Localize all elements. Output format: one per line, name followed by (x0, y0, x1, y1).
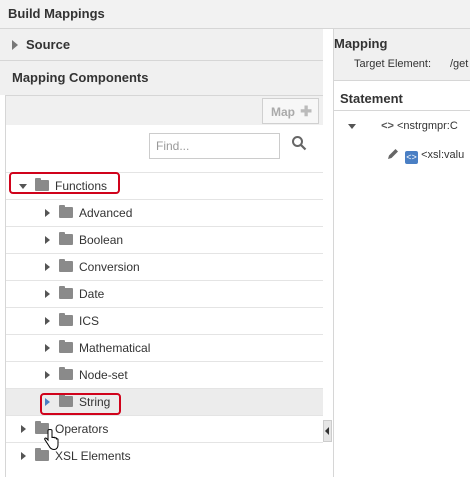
right-panel: Mapping Target Element: /get Statement <… (333, 29, 470, 477)
tree-item-ics[interactable]: ICS (6, 307, 323, 334)
left-panel: Source Mapping Components Map ✚ Find... … (0, 29, 323, 477)
tree-label: Mathematical (79, 341, 151, 355)
tree-label: Boolean (79, 233, 124, 247)
collapse-arrow-icon[interactable] (348, 124, 356, 129)
tree-label-xsl-elements: XSL Elements (55, 449, 131, 463)
expand-arrow-icon[interactable] (45, 263, 50, 271)
mapping-header: Mapping Target Element: /get (334, 29, 470, 81)
splitter-collapse-handle[interactable] (323, 420, 332, 442)
tree-item-boolean[interactable]: Boolean (6, 226, 323, 253)
tree-item-conversion[interactable]: Conversion (6, 253, 323, 280)
folder-icon (59, 232, 73, 245)
tree-label: Advanced (79, 206, 133, 220)
expand-arrow-icon[interactable] (21, 452, 26, 460)
highlight-box-string (40, 393, 121, 415)
expand-arrow-icon[interactable] (21, 425, 26, 433)
pencil-icon[interactable] (386, 147, 400, 161)
statement-node-label: <xsl:valu (421, 149, 465, 161)
folder-icon (59, 286, 73, 299)
expand-arrow-icon[interactable] (45, 209, 50, 217)
map-button[interactable]: Map ✚ (262, 98, 319, 124)
expand-arrow-icon[interactable] (45, 236, 50, 244)
components-toolbar: Map ✚ (5, 95, 323, 125)
plus-icon: ✚ (300, 103, 312, 119)
search-icon[interactable] (291, 135, 307, 151)
expand-arrow-icon[interactable] (45, 344, 50, 352)
tree-label: Node-set (79, 368, 128, 382)
highlight-box-functions (9, 172, 120, 194)
tree-item-date[interactable]: Date (6, 280, 323, 307)
tree-label: Date (79, 287, 105, 301)
mapping-components-header: Mapping Components (0, 61, 323, 95)
expand-triangle-icon (12, 40, 18, 50)
tree-item-advanced[interactable]: Advanced (6, 199, 323, 226)
statement-node-child[interactable]: <> <xsl:valu (386, 147, 464, 164)
components-tree: Find... Functions Advanced Boolean Conve… (5, 125, 323, 477)
source-label: Source (26, 37, 71, 52)
target-element-label: Target Element: (354, 58, 432, 70)
tree-label: Conversion (79, 260, 140, 274)
tree-item-node-set[interactable]: Node-set (6, 361, 323, 388)
mapping-title: Mapping (334, 36, 388, 51)
xsl-element-icon: <> (405, 151, 419, 164)
folder-icon (59, 259, 73, 272)
element-code-icon: <> (381, 120, 394, 132)
expand-arrow-icon[interactable] (45, 371, 50, 379)
folder-icon (59, 313, 73, 326)
hand-cursor-icon (44, 429, 59, 451)
target-element-value: /get (450, 58, 469, 70)
tree-label: ICS (79, 314, 100, 328)
folder-icon (59, 205, 73, 218)
folder-icon (35, 448, 49, 461)
find-input[interactable]: Find... (149, 133, 280, 159)
map-button-label: Map (271, 105, 295, 119)
statement-header: Statement (334, 87, 470, 111)
tree-label-operators: Operators (55, 422, 109, 436)
window-title: Build Mappings (0, 0, 470, 29)
target-element-row: Target Element: /get (354, 58, 468, 70)
expand-arrow-icon[interactable] (45, 290, 50, 298)
statement-node-root[interactable]: <> <nstrgmpr:C (348, 120, 458, 132)
folder-icon (59, 340, 73, 353)
statement-node-label: <nstrgmpr:C (396, 120, 458, 132)
folder-icon (59, 367, 73, 380)
source-section-header[interactable]: Source (0, 29, 323, 61)
expand-arrow-icon[interactable] (45, 317, 50, 325)
tree-item-mathematical[interactable]: Mathematical (6, 334, 323, 361)
